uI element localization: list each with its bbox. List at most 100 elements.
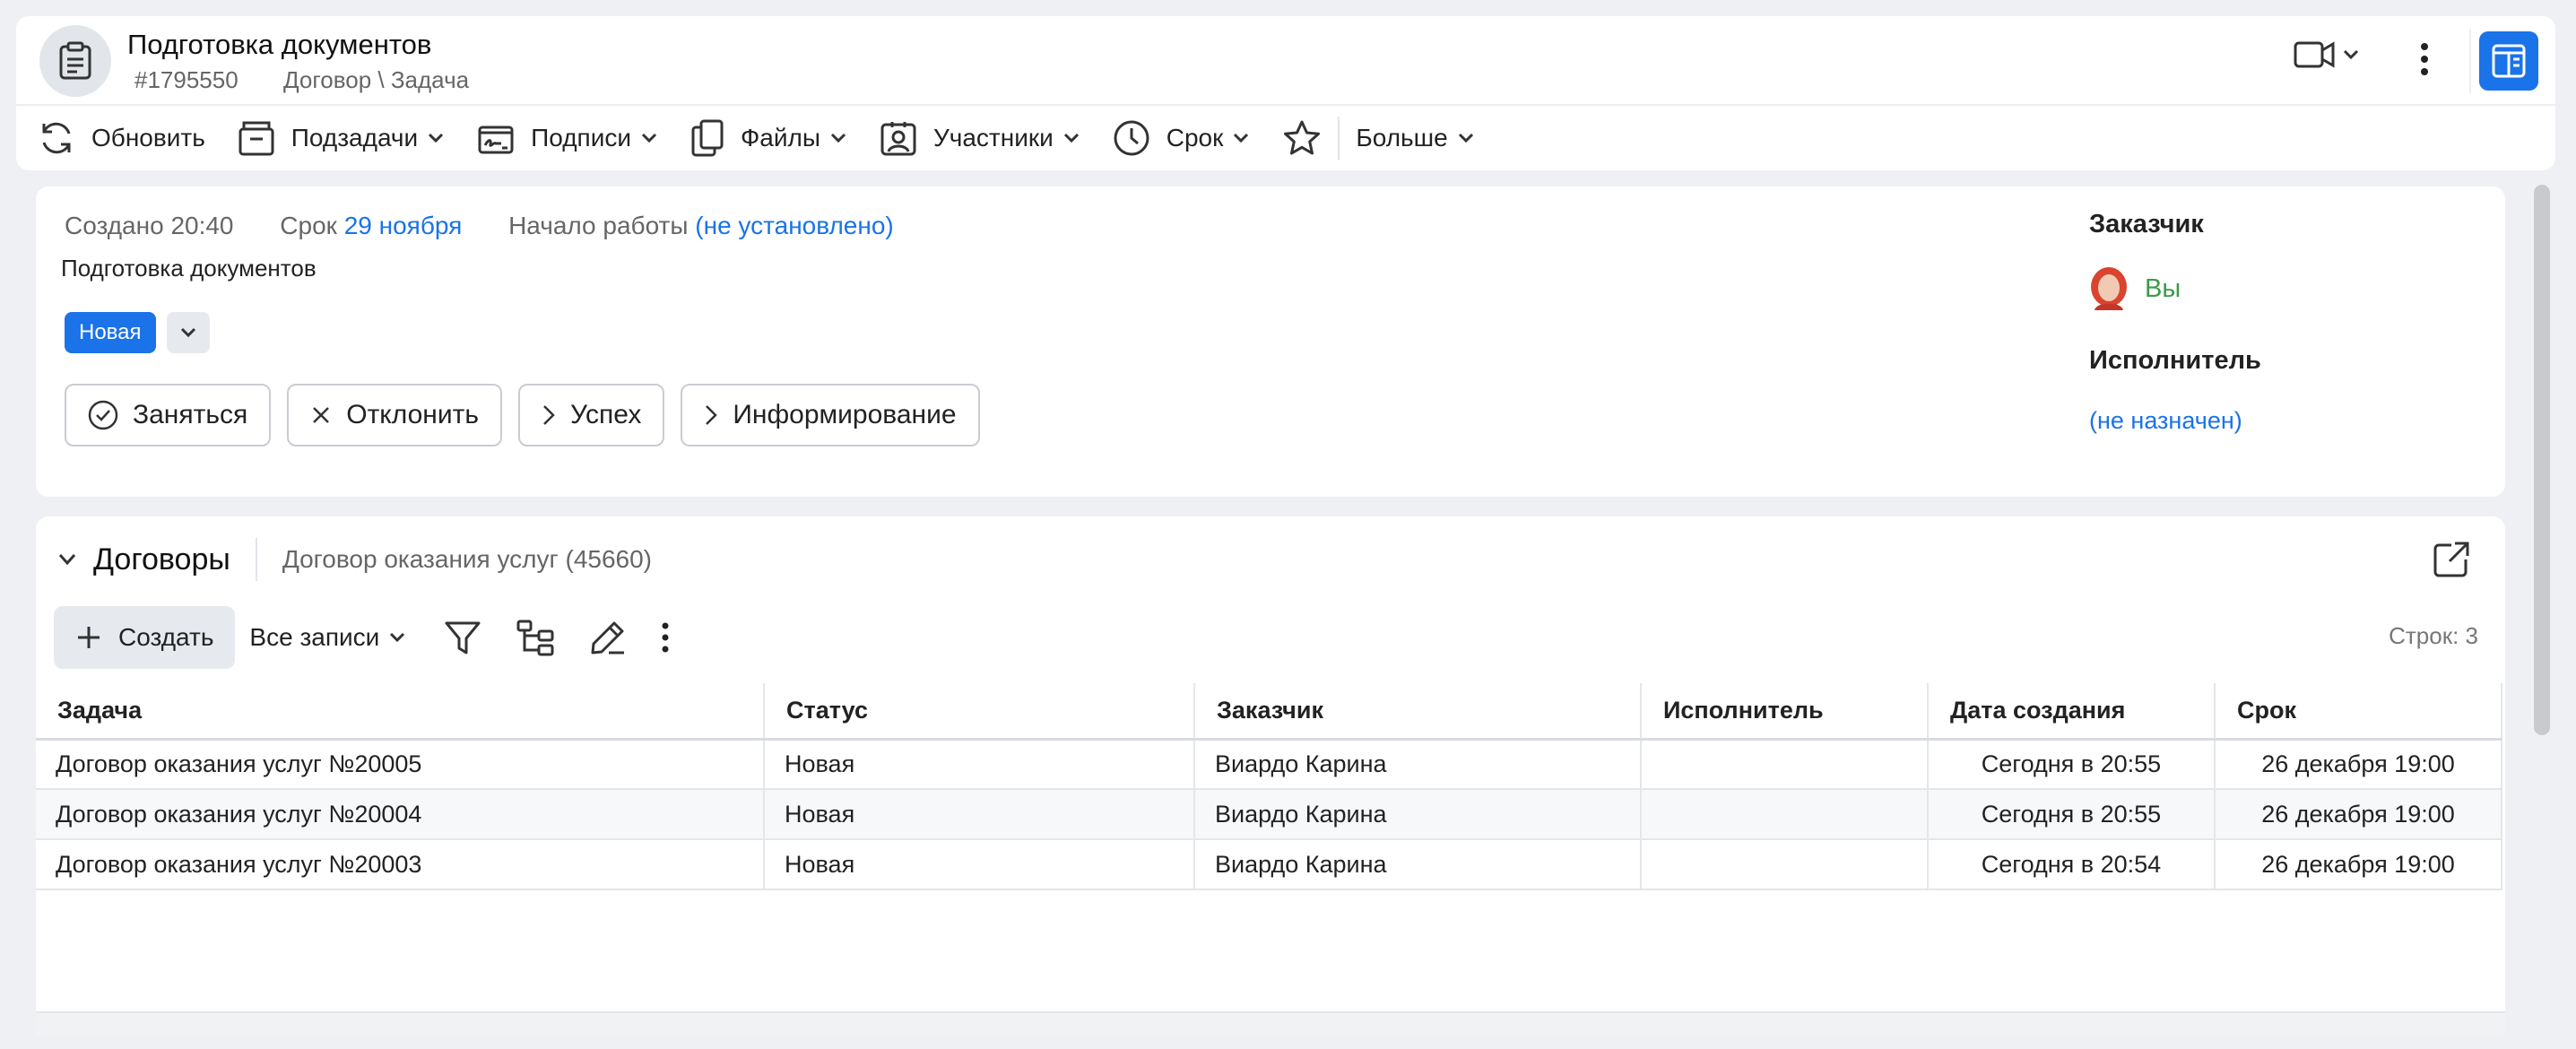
horizontal-scrollbar[interactable]: [36, 1011, 2505, 1036]
cell-task[interactable]: Договор оказания услуг №20005: [36, 739, 765, 790]
kebab-icon[interactable]: [661, 621, 670, 654]
signature-icon: [478, 126, 514, 154]
client-label: Заказчик: [2089, 210, 2204, 238]
column-header-created[interactable]: Дата создания: [1928, 683, 2216, 741]
refresh-button[interactable]: Обновить: [38, 119, 205, 157]
vertical-scrollbar[interactable]: [2534, 185, 2550, 735]
cell-deadline: 26 декабря 19:00: [2215, 789, 2502, 840]
records-filter-label: Все записи: [249, 623, 380, 651]
table-row[interactable]: Договор оказания услуг №20005 Новая Виар…: [36, 739, 2503, 790]
subtasks-icon: [239, 121, 274, 156]
task-header: Подготовка документов #1795550 Договор \…: [16, 16, 2555, 106]
refresh-icon: [42, 122, 71, 154]
created-label: Создано: [65, 212, 164, 239]
cell-created: Сегодня в 20:55: [1928, 789, 2216, 840]
contracts-header: Договоры Договор оказания услуг (45660): [57, 538, 652, 581]
check-circle-icon: [88, 400, 118, 430]
cell-client: Виардо Карина: [1194, 789, 1642, 840]
task-toolbar: Обновить Подзадачи Подписи Файлы Участни…: [16, 106, 2555, 170]
client-user[interactable]: Вы: [2089, 267, 2181, 310]
cell-task[interactable]: Договор оказания услуг №20004: [36, 789, 765, 840]
participants-menu[interactable]: Участники: [880, 119, 1080, 157]
chevron-down-icon: [1063, 133, 1079, 143]
executor-link[interactable]: (не назначен): [2089, 407, 2242, 435]
contracts-title[interactable]: Договоры: [93, 542, 230, 577]
executor-label: Исполнитель: [2089, 346, 2261, 375]
subtasks-label: Подзадачи: [291, 124, 419, 152]
more-label: Больше: [1356, 124, 1448, 152]
table-row[interactable]: Договор оказания услуг №20004 Новая Виар…: [36, 789, 2503, 840]
cell-status: Новая: [764, 789, 1195, 840]
task-description: Подготовка документов: [61, 255, 317, 282]
deadline-menu[interactable]: Срок: [1113, 119, 1251, 157]
status-dropdown-button[interactable]: [167, 312, 210, 353]
inform-button[interactable]: Информирование: [681, 384, 980, 446]
status-badge[interactable]: Новая: [65, 312, 156, 353]
files-label: Файлы: [741, 124, 820, 152]
deadline-label: Срок: [1166, 124, 1224, 152]
breadcrumb[interactable]: Договор \ Задача: [283, 66, 469, 94]
cell-executor: [1641, 739, 1929, 790]
created-time: 20:40: [170, 212, 234, 239]
close-icon: [313, 407, 330, 423]
chevron-down-icon: [429, 133, 444, 143]
decline-button[interactable]: Отклонить: [287, 384, 502, 446]
chevron-down-icon: [641, 133, 657, 143]
column-header-deadline[interactable]: Срок: [2215, 683, 2502, 741]
clipboard-icon: [39, 25, 111, 97]
task-meta: Создано 20:40 Срок 29 ноября Начало рабо…: [65, 212, 894, 240]
hierarchy-icon[interactable]: [516, 619, 555, 656]
kebab-icon[interactable]: [2419, 41, 2430, 77]
toolbar-divider: [1338, 117, 1340, 160]
pencil-icon[interactable]: [589, 619, 627, 656]
cell-deadline: 26 декабря 19:00: [2215, 839, 2502, 890]
cell-task[interactable]: Договор оказания услуг №20003: [36, 839, 765, 890]
cell-executor: [1641, 839, 1929, 890]
favorite-button[interactable]: [1282, 119, 1322, 157]
table-gutter: [2502, 789, 2503, 839]
start-link[interactable]: (не установлено): [695, 212, 893, 239]
avatar: [2091, 267, 2127, 310]
cell-created: Сегодня в 20:54: [1928, 839, 2216, 890]
column-header-executor[interactable]: Исполнитель: [1641, 683, 1929, 741]
table-row[interactable]: Договор оказания услуг №20003 Новая Виар…: [36, 839, 2503, 890]
column-header-task[interactable]: Задача: [36, 683, 765, 741]
create-label: Создать: [118, 623, 214, 651]
more-menu[interactable]: Больше: [1356, 124, 1474, 152]
cell-created: Сегодня в 20:55: [1928, 739, 2216, 790]
success-button[interactable]: Успех: [518, 384, 665, 446]
task-id: #1795550: [134, 66, 239, 93]
rows-count: Строк: 3: [2389, 622, 2478, 649]
column-header-status[interactable]: Статус: [764, 683, 1195, 741]
contracts-subtitle: Договор оказания услуг (45660): [282, 545, 653, 573]
video-call-button[interactable]: [2294, 39, 2360, 70]
signatures-menu[interactable]: Подписи: [477, 119, 658, 157]
page-title: Подготовка документов: [127, 29, 432, 60]
table-gutter: [2502, 739, 2503, 789]
chevron-down-icon: [1458, 133, 1473, 143]
deadline-label: Срок: [280, 212, 337, 239]
column-header-client[interactable]: Заказчик: [1194, 683, 1642, 741]
filter-icon[interactable]: [444, 619, 481, 656]
external-link-icon[interactable]: [2432, 540, 2471, 579]
take-button[interactable]: Заняться: [65, 384, 272, 446]
subtasks-menu[interactable]: Подзадачи: [238, 119, 445, 157]
contracts-table: Задача Статус Заказчик Исполнитель Дата …: [36, 683, 2503, 890]
records-filter-select[interactable]: Все записи: [249, 623, 406, 652]
chevron-down-icon[interactable]: [57, 552, 77, 567]
contracts-toolbar: Создать Все записи Строк: 3: [54, 606, 2487, 669]
files-menu[interactable]: Файлы: [690, 118, 847, 158]
cell-client: Виардо Карина: [1194, 739, 1642, 790]
chevron-right-icon: [543, 405, 555, 425]
header-divider: [2469, 29, 2471, 93]
chevron-down-icon: [1234, 133, 1249, 143]
deadline-link[interactable]: 29 ноября: [344, 212, 463, 239]
chevron-down-icon: [180, 327, 196, 338]
split-panel-icon: [2492, 44, 2526, 78]
split-panel-button[interactable]: [2479, 31, 2538, 91]
cell-client: Виардо Карина: [1194, 839, 1642, 890]
plus-icon: [78, 627, 100, 648]
chevron-down-icon: [2343, 49, 2359, 60]
create-button[interactable]: Создать: [54, 606, 236, 669]
chevron-down-icon: [390, 632, 405, 643]
